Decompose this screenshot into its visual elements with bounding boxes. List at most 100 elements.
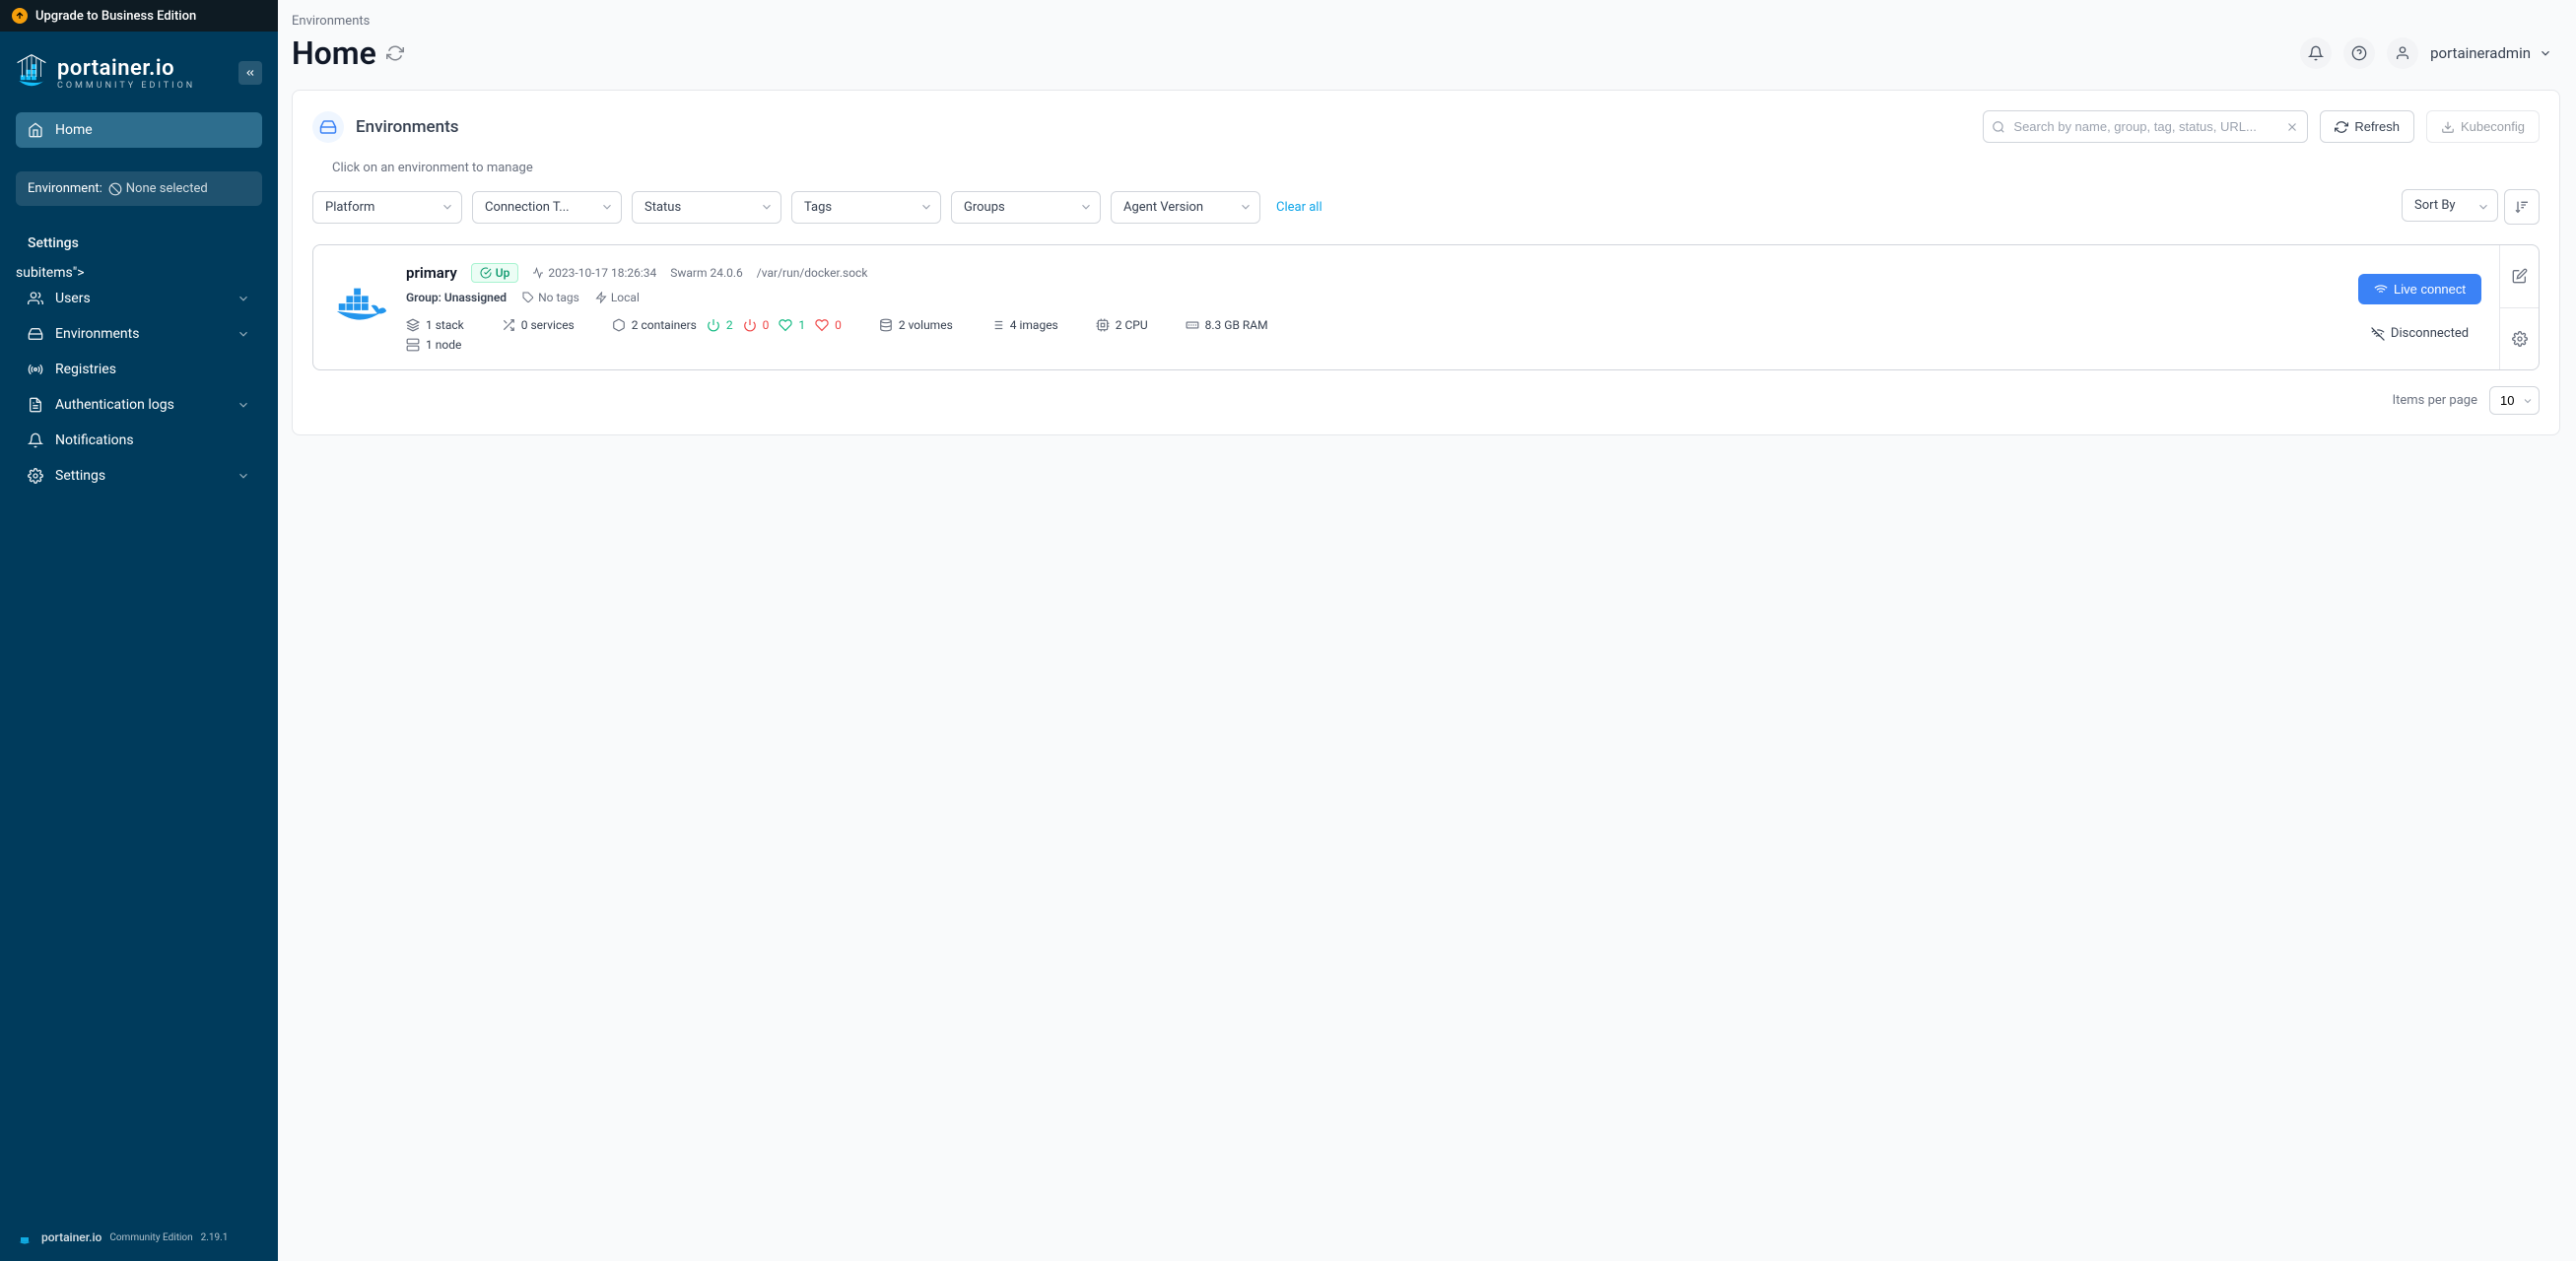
stat-nodes: 1 node xyxy=(426,338,461,352)
env-timestamp: 2023-10-17 18:26:34 xyxy=(548,266,656,280)
logo-row: portainer.io COMMUNITY EDITION xyxy=(0,32,278,104)
filter-agent[interactable]: Agent Version xyxy=(1111,191,1260,224)
stat-stopped: 0 xyxy=(763,318,770,332)
filter-platform[interactable]: Platform xyxy=(312,191,462,224)
logo-text: portainer.io xyxy=(57,56,195,81)
filter-agent-label: Agent Version xyxy=(1111,191,1260,224)
env-socket: /var/run/docker.sock xyxy=(757,266,868,280)
items-per-page-select[interactable]: 10 xyxy=(2489,386,2540,415)
help-icon xyxy=(2351,45,2367,61)
logo-subtext: COMMUNITY EDITION xyxy=(57,81,195,91)
kubeconfig-button[interactable]: Kubeconfig xyxy=(2426,110,2540,143)
nav-auth-logs-label: Authentication logs xyxy=(55,397,174,413)
stat-images: 4 images xyxy=(1010,318,1058,332)
env-group-value: Unassigned xyxy=(444,291,507,304)
nav-notifications-label: Notifications xyxy=(55,432,134,448)
chevron-down-icon xyxy=(237,327,250,341)
nav-environments-label: Environments xyxy=(55,326,139,342)
filter-connection[interactable]: Connection T... xyxy=(472,191,622,224)
sort-icon xyxy=(2514,199,2530,215)
nav-registries-label: Registries xyxy=(55,362,116,377)
user-name: portaineradmin xyxy=(2430,44,2531,62)
download-icon xyxy=(2441,120,2455,134)
nav-auth-logs[interactable]: Authentication logs xyxy=(16,387,262,423)
sort-by[interactable]: Sort By xyxy=(2402,189,2498,225)
nav-home-label: Home xyxy=(55,122,93,138)
heart-off-icon xyxy=(815,318,829,332)
stat-running: 2 xyxy=(726,318,733,332)
footer-version: 2.19.1 xyxy=(201,1232,229,1243)
upgrade-banner[interactable]: Upgrade to Business Edition xyxy=(0,0,278,32)
refresh-label: Refresh xyxy=(2354,119,2400,134)
filter-status[interactable]: Status xyxy=(632,191,781,224)
cpu-icon xyxy=(1096,318,1110,332)
breadcrumb: Environments xyxy=(292,0,2576,29)
edit-environment-button[interactable] xyxy=(2500,245,2539,307)
filter-status-label: Status xyxy=(632,191,781,224)
user-icon-button[interactable] xyxy=(2387,37,2418,69)
sidebar-footer: portainer.io Community Edition 2.19.1 xyxy=(0,1214,278,1261)
refresh-icon xyxy=(386,44,404,62)
docker-icon xyxy=(331,286,388,329)
stat-healthy: 1 xyxy=(798,318,805,332)
box-icon xyxy=(612,318,626,332)
nav-notifications[interactable]: Notifications xyxy=(16,423,262,458)
nav-home[interactable]: Home xyxy=(16,112,262,148)
chevron-down-icon xyxy=(237,292,250,305)
filter-connection-label: Connection T... xyxy=(472,191,622,224)
clear-filters-button[interactable]: Clear all xyxy=(1276,200,1322,215)
disconnected-label: Disconnected xyxy=(2391,326,2469,341)
connection-status: Disconnected xyxy=(2371,326,2469,341)
nav-environments[interactable]: Environments xyxy=(16,316,262,352)
stat-ram: 8.3 GB RAM xyxy=(1205,318,1268,332)
nav-settings[interactable]: Settings xyxy=(16,458,262,494)
filter-groups[interactable]: Groups xyxy=(951,191,1101,224)
search-box xyxy=(1983,110,2308,143)
main-content: Environments Home portaineradmin xyxy=(278,0,2576,1261)
environment-settings-button[interactable] xyxy=(2500,307,2539,370)
stat-unhealthy: 0 xyxy=(835,318,842,332)
chevron-down-icon xyxy=(2539,46,2552,60)
filter-tags[interactable]: Tags xyxy=(791,191,941,224)
tag-icon xyxy=(522,292,534,303)
user-menu[interactable]: portaineradmin xyxy=(2430,44,2552,62)
refresh-button[interactable]: Refresh xyxy=(2320,110,2414,143)
help-button[interactable] xyxy=(2343,37,2375,69)
notifications-button[interactable] xyxy=(2300,37,2332,69)
clear-search-button[interactable] xyxy=(2285,120,2299,134)
environments-panel: Environments Refresh xyxy=(292,90,2560,435)
environment-indicator: Environment: None selected xyxy=(16,171,262,206)
upgrade-text: Upgrade to Business Edition xyxy=(35,9,196,24)
chevrons-left-icon xyxy=(244,67,256,79)
power-off-icon xyxy=(743,318,757,332)
env-locality: Local xyxy=(611,291,640,304)
panel-icon xyxy=(312,111,344,143)
settings-section-label: Settings xyxy=(0,222,278,257)
user-icon xyxy=(2395,45,2410,61)
env-platform: Swarm 24.0.6 xyxy=(670,266,743,280)
nav-users-label: Users xyxy=(55,291,91,306)
env-group-label: Group: xyxy=(406,291,441,304)
stat-stacks: 1 stack xyxy=(426,318,464,332)
search-input[interactable] xyxy=(1983,110,2308,143)
wifi-off-icon xyxy=(2371,327,2385,341)
environment-card-main[interactable]: primary Up 2023-10-17 18:26:34 Swarm 24.… xyxy=(313,245,2499,369)
portainer-logo-icon xyxy=(16,51,47,95)
sidebar-collapse-button[interactable] xyxy=(238,61,262,85)
settings-icon xyxy=(28,468,43,484)
nav-users[interactable]: Users xyxy=(16,281,262,316)
nav-registries[interactable]: Registries xyxy=(16,352,262,387)
env-tags: No tags xyxy=(538,291,579,304)
x-icon xyxy=(2285,120,2299,134)
database-icon xyxy=(879,318,893,332)
filter-platform-label: Platform xyxy=(312,191,462,224)
stat-containers: 2 containers xyxy=(632,318,697,332)
check-circle-icon xyxy=(480,267,492,279)
page-refresh-button[interactable] xyxy=(386,44,404,62)
chevron-down-icon xyxy=(237,469,250,483)
environment-card: primary Up 2023-10-17 18:26:34 Swarm 24.… xyxy=(312,244,2540,370)
sort-direction-button[interactable] xyxy=(2504,189,2540,225)
stat-cpu: 2 CPU xyxy=(1116,318,1148,332)
panel-title: Environments xyxy=(356,117,459,137)
live-connect-button[interactable]: Live connect xyxy=(2358,274,2481,304)
